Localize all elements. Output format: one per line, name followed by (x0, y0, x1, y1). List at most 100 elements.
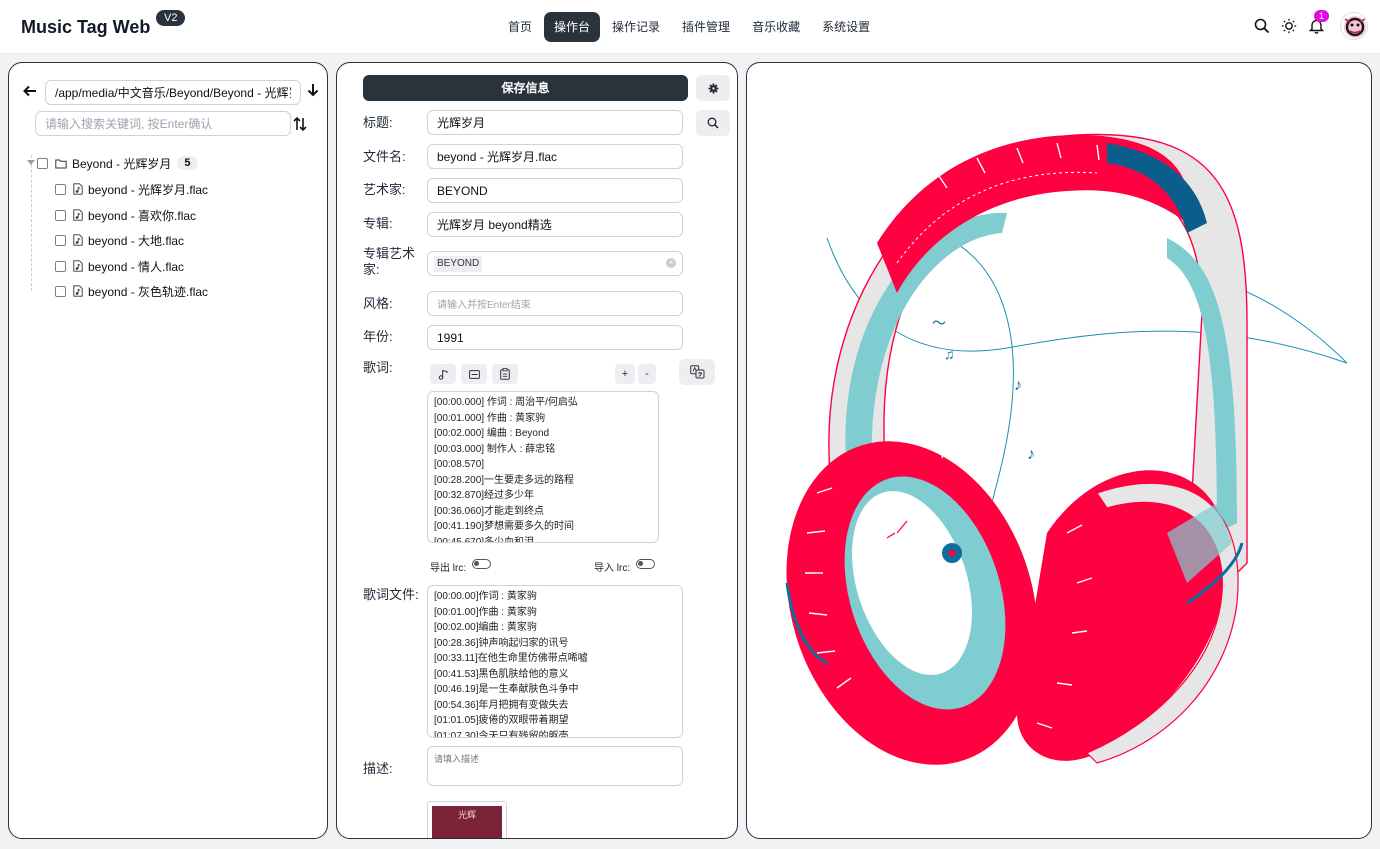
album-field[interactable] (427, 212, 683, 237)
file-name: beyond - 灰色轨迹.flac (88, 284, 209, 299)
lyrics-offset-plus-button[interactable]: + (615, 364, 635, 384)
file-name: beyond - 情人.flac (88, 259, 185, 274)
settings-gear-button[interactable] (696, 75, 730, 101)
lyric-line: [00:32.870]经过多少年 (434, 490, 535, 501)
lyrics-label: 歌词: (363, 360, 393, 375)
search-icon (707, 117, 719, 129)
nav-records[interactable]: 操作记录 (602, 12, 670, 42)
lyrics-copy-button[interactable] (492, 364, 518, 384)
lyric-line: [00:03.000] 制作人 : 薛忠铭 (434, 443, 556, 455)
lyric-line: [01:07.30]今天只有残留的躯壳 (434, 730, 569, 738)
lyrics-textarea[interactable]: [00:00.000] 作词 : 周治平/何启弘 [00:01.000] 作曲 … (427, 391, 659, 543)
nav-plugins[interactable]: 插件管理 (672, 12, 740, 42)
tree-expand-caret-icon[interactable] (27, 160, 35, 165)
export-lrc-label: 导出 lrc: (430, 563, 467, 574)
app-title[interactable]: Music Tag Web (21, 17, 150, 38)
music-file-icon (73, 209, 83, 221)
lyric-line: [00:00.000] 作词 : 周治平/何启弘 (434, 397, 578, 408)
avatar[interactable] (1340, 12, 1368, 40)
checkbox[interactable] (55, 285, 66, 297)
lyrics-file-textarea[interactable]: [00:00.00]作词 : 黄家驹 [00:01.00]作曲 : 黄家驹 [0… (427, 585, 683, 738)
genre-field[interactable] (427, 291, 683, 316)
title-field[interactable] (427, 110, 683, 135)
top-navbar: Music Tag Web V2 首页 操作台 操作记录 插件管理 音乐收藏 系… (0, 0, 1380, 54)
svg-text:♪: ♪ (1027, 446, 1035, 463)
lyric-line: [00:46.19]是一生奉献肤色斗争中 (434, 684, 579, 695)
file-browser-panel: Beyond - 光辉岁月 5 beyond - 光辉岁月.flac beyon… (8, 62, 328, 839)
music-file-icon (73, 260, 83, 272)
album-cover-thumbnail[interactable]: 光辉 (427, 801, 507, 838)
lyric-line: [00:08.570] (434, 459, 485, 470)
tag-editor-panel: 保存信息 标题: 文件名: 艺术家: 专辑: 专辑艺术家: BEYOND × 风… (336, 62, 738, 839)
headphones-illustration: 〜 ♫ ♪ ♪ (785, 133, 1348, 765)
tree-file-row[interactable]: beyond - 大地.flac (55, 230, 184, 250)
path-input[interactable] (45, 80, 301, 105)
tree-file-row[interactable]: beyond - 灰色轨迹.flac (55, 281, 208, 301)
gear-icon (708, 83, 718, 93)
tree-guide-line (31, 155, 32, 291)
theme-sun-icon[interactable] (1278, 13, 1300, 39)
genre-label: 风格: (363, 296, 393, 311)
lyric-line: [00:02.00]编曲 : 黄家驹 (434, 622, 537, 633)
import-lrc-label: 导入 lrc: (594, 563, 631, 574)
sort-icon[interactable] (293, 116, 307, 134)
music-note-icon (438, 369, 447, 380)
lyric-line: [00:54.36]年月把拥有变做失去 (434, 699, 569, 711)
file-name: beyond - 大地.flac (88, 233, 185, 248)
nav-settings[interactable]: 系统设置 (812, 12, 880, 42)
tree-file-row[interactable]: beyond - 光辉岁月.flac (55, 179, 208, 199)
tree-file-row[interactable]: beyond - 喜欢你.flac (55, 205, 196, 225)
tree-folder-row[interactable]: Beyond - 光辉岁月 5 (37, 153, 198, 173)
album-artist-label: 专辑艺术家: (363, 246, 416, 277)
lyrics-translate-button[interactable] (679, 359, 715, 385)
main-nav: 首页 操作台 操作记录 插件管理 音乐收藏 系统设置 (498, 12, 880, 42)
checkbox[interactable] (55, 209, 66, 221)
svg-text:♫: ♫ (944, 346, 955, 362)
album-artist-tag: BEYOND (434, 256, 483, 272)
svg-text:♪: ♪ (1014, 377, 1022, 394)
save-button[interactable]: 保存信息 (363, 75, 688, 101)
file-count-badge: 5 (177, 156, 198, 170)
lyric-line: [00:28.36]钟声响起归家的讯号 (434, 637, 569, 649)
lyric-line: [01:01.05]疲倦的双眼带着期望 (434, 715, 569, 726)
album-cover-image: 光辉 (432, 806, 502, 838)
lyric-line: [00:00.00]作词 : 黄家驹 (434, 591, 537, 602)
checkbox[interactable] (55, 260, 66, 272)
clear-icon[interactable]: × (666, 258, 676, 268)
svg-text:〜: 〜 (932, 315, 946, 331)
nav-favorites[interactable]: 音乐收藏 (742, 12, 810, 42)
description-label: 描述: (363, 761, 393, 776)
lyrics-format-button[interactable] (461, 364, 487, 384)
nav-workbench[interactable]: 操作台 (544, 12, 601, 42)
tree-file-row[interactable]: beyond - 情人.flac (55, 256, 184, 276)
lyrics-fetch-button[interactable] (430, 364, 456, 384)
search-input[interactable] (35, 111, 291, 136)
music-file-icon (73, 183, 83, 195)
lyric-line: [00:45.670]多少血和泪 (434, 536, 535, 543)
lyrics-offset-minus-button[interactable]: - (638, 364, 656, 384)
lyric-line: [00:41.53]黑色肌肤给他的意义 (434, 668, 569, 680)
bell-icon[interactable]: 1 (1305, 10, 1330, 39)
filename-label: 文件名: (363, 149, 406, 164)
description-field[interactable] (427, 746, 683, 786)
lyric-line: [00:33.11]在他生命里仿佛带点唏嘘 (434, 653, 588, 664)
checkbox[interactable] (37, 157, 48, 169)
checkbox[interactable] (55, 234, 66, 246)
album-artist-tag-field[interactable]: BEYOND × (427, 251, 683, 276)
translate-icon (689, 365, 704, 379)
artist-field[interactable] (427, 178, 683, 203)
lyrics-file-label: 歌词文件: (363, 587, 419, 602)
title-label: 标题: (363, 115, 393, 130)
lyric-line: [00:01.00]作曲 : 黄家驹 (434, 606, 537, 618)
file-name: beyond - 喜欢你.flac (88, 208, 197, 223)
back-arrow-icon[interactable] (23, 84, 37, 102)
checkbox[interactable] (55, 183, 66, 195)
import-lrc-toggle[interactable] (636, 559, 655, 569)
search-icon[interactable] (1251, 13, 1273, 39)
filename-field[interactable] (427, 144, 683, 169)
year-field[interactable] (427, 325, 683, 350)
search-tag-button[interactable] (696, 110, 730, 136)
export-lrc-toggle[interactable] (472, 559, 491, 569)
nav-home[interactable]: 首页 (498, 12, 542, 42)
download-arrow-icon[interactable] (307, 83, 319, 101)
